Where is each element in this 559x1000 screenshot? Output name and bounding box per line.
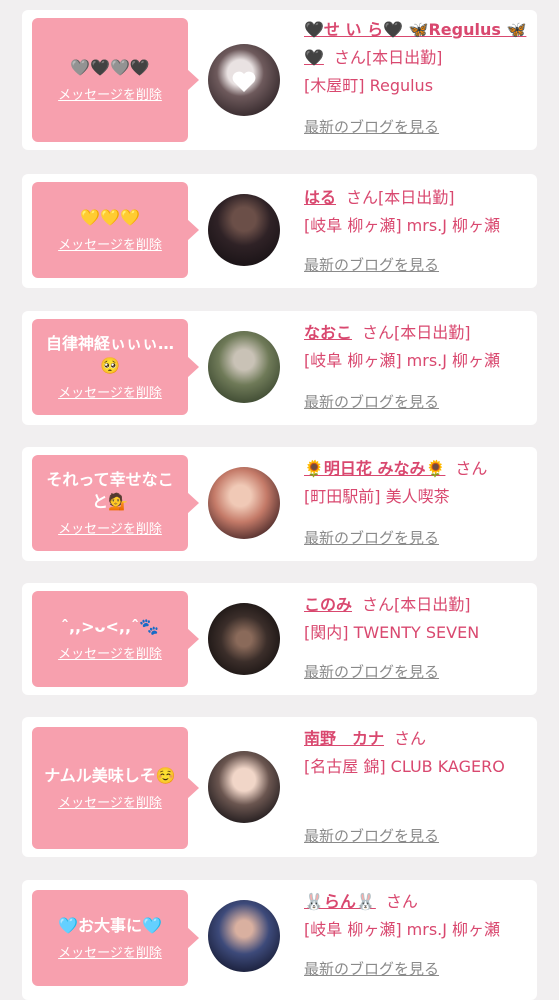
- latest-blog-link[interactable]: 最新のブログを見る: [304, 254, 439, 275]
- girl-info: 🖤せ い ら🖤 🦋Regulus 🦋🖤 さん[本日出勤] [木屋町] Regulu…: [304, 16, 532, 100]
- latest-blog-link[interactable]: 最新のブログを見る: [304, 391, 439, 412]
- latest-blog-link[interactable]: 最新のブログを見る: [304, 527, 439, 548]
- shop-name: [岐阜 柳ヶ瀬] mrs.J 柳ヶ瀬: [304, 216, 501, 235]
- girl-info: 🌻明日花 みなみ🌻 さん [町田駅前] 美人喫茶: [304, 455, 532, 511]
- delete-message-button[interactable]: メッセージを削除: [58, 792, 162, 811]
- work-status: [本日出勤]: [394, 323, 471, 342]
- message-text: 🩶🖤🩶🖤: [70, 58, 150, 77]
- san-suffix: さん: [394, 729, 427, 748]
- message-card: ナムル美味しそ☺️ メッセージを削除 南野 カナ さん [名古屋 錦] CLUB …: [22, 717, 537, 857]
- girl-info: 🐰らん🐰 さん [岐阜 柳ヶ瀬] mrs.J 柳ヶ瀬: [304, 888, 532, 944]
- message-card: それって幸せなこと💁 メッセージを削除 🌻明日花 みなみ🌻 さん [町田駅前] 美…: [22, 447, 537, 561]
- girl-name-link[interactable]: 南野 カナ: [304, 729, 384, 748]
- avatar[interactable]: [208, 751, 280, 823]
- shop-name: [町田駅前] 美人喫茶: [304, 487, 450, 506]
- girl-name-link[interactable]: はる: [304, 188, 336, 207]
- girl-info: はる さん[本日出勤] [岐阜 柳ヶ瀬] mrs.J 柳ヶ瀬: [304, 184, 532, 240]
- avatar[interactable]: [208, 44, 280, 116]
- message-bubble: 自律神経ぃぃぃ…🥺 メッセージを削除: [32, 319, 199, 415]
- shop-name: [名古屋 錦] CLUB KAGERO: [304, 757, 505, 776]
- message-card: ˆ,,>ᴗ<,,ˆ🐾 メッセージを削除 このみ さん[本日出勤] [関内] TWE…: [22, 583, 537, 695]
- avatar[interactable]: [208, 603, 280, 675]
- shop-name: [岐阜 柳ヶ瀬] mrs.J 柳ヶ瀬: [304, 920, 501, 939]
- message-card: 💛💛💛 メッセージを削除 はる さん[本日出勤] [岐阜 柳ヶ瀬] mrs.J 柳…: [22, 174, 537, 288]
- message-text: 自律神経ぃぃぃ…🥺: [45, 334, 174, 375]
- avatar[interactable]: [208, 331, 280, 403]
- girl-name-link[interactable]: 🌻明日花 みなみ🌻: [304, 459, 445, 478]
- work-status: [本日出勤]: [394, 595, 471, 614]
- girl-info: このみ さん[本日出勤] [関内] TWENTY SEVEN: [304, 591, 532, 647]
- latest-blog-link[interactable]: 最新のブログを見る: [304, 825, 439, 846]
- message-card: 🩶🖤🩶🖤 メッセージを削除 🖤せ い ら🖤 🦋Regulus 🦋🖤 さん[本日出勤…: [22, 10, 537, 150]
- message-bubble: それって幸せなこと💁 メッセージを削除: [32, 455, 199, 551]
- girl-name-link[interactable]: このみ: [304, 595, 352, 614]
- delete-message-button[interactable]: メッセージを削除: [58, 518, 162, 537]
- delete-message-button[interactable]: メッセージを削除: [58, 84, 162, 103]
- message-bubble: 💛💛💛 メッセージを削除: [32, 182, 199, 278]
- avatar[interactable]: [208, 194, 280, 266]
- girl-name-link[interactable]: なおこ: [304, 323, 352, 342]
- shop-name: [岐阜 柳ヶ瀬] mrs.J 柳ヶ瀬: [304, 351, 501, 370]
- san-suffix: さん: [455, 459, 488, 478]
- girl-info: 南野 カナ さん [名古屋 錦] CLUB KAGERO: [304, 725, 532, 781]
- message-bubble: ˆ,,>ᴗ<,,ˆ🐾 メッセージを削除: [32, 591, 199, 687]
- message-bubble: ナムル美味しそ☺️ メッセージを削除: [32, 727, 199, 849]
- message-bubble: 🩶🖤🩶🖤 メッセージを削除: [32, 18, 199, 142]
- message-text: ナムル美味しそ☺️: [44, 766, 176, 785]
- message-bubble: 🩵お大事に🩵 メッセージを削除: [32, 890, 199, 986]
- work-status: [本日出勤]: [365, 48, 443, 67]
- san-suffix: さん: [362, 323, 395, 342]
- message-text: 🩵お大事に🩵: [58, 916, 162, 935]
- san-suffix: さん: [385, 892, 418, 911]
- girl-name-link[interactable]: 🐰らん🐰: [304, 892, 376, 911]
- shop-name: [関内] TWENTY SEVEN: [304, 623, 480, 642]
- girl-info: なおこ さん[本日出勤] [岐阜 柳ヶ瀬] mrs.J 柳ヶ瀬: [304, 319, 532, 375]
- latest-blog-link[interactable]: 最新のブログを見る: [304, 661, 439, 682]
- delete-message-button[interactable]: メッセージを削除: [58, 942, 162, 961]
- message-card: 自律神経ぃぃぃ…🥺 メッセージを削除 なおこ さん[本日出勤] [岐阜 柳ヶ瀬] …: [22, 311, 537, 425]
- heart-sticker-icon: [232, 71, 256, 92]
- san-suffix: さん: [362, 595, 395, 614]
- san-suffix: さん: [333, 48, 366, 67]
- message-text: ˆ,,>ᴗ<,,ˆ🐾: [60, 617, 160, 636]
- san-suffix: さん: [346, 188, 379, 207]
- latest-blog-link[interactable]: 最新のブログを見る: [304, 958, 439, 979]
- message-text: 💛💛💛: [80, 208, 140, 227]
- message-text: それって幸せなこと💁: [46, 470, 174, 511]
- avatar[interactable]: [208, 900, 280, 972]
- latest-blog-link[interactable]: 最新のブログを見る: [304, 116, 439, 137]
- avatar[interactable]: [208, 467, 280, 539]
- delete-message-button[interactable]: メッセージを削除: [58, 643, 162, 662]
- delete-message-button[interactable]: メッセージを削除: [58, 234, 162, 253]
- delete-message-button[interactable]: メッセージを削除: [58, 382, 162, 401]
- shop-name: [木屋町] Regulus: [304, 76, 434, 95]
- message-card: 🩵お大事に🩵 メッセージを削除 🐰らん🐰 さん [岐阜 柳ヶ瀬] mrs.J 柳ヶ…: [22, 880, 537, 1000]
- work-status: [本日出勤]: [378, 188, 455, 207]
